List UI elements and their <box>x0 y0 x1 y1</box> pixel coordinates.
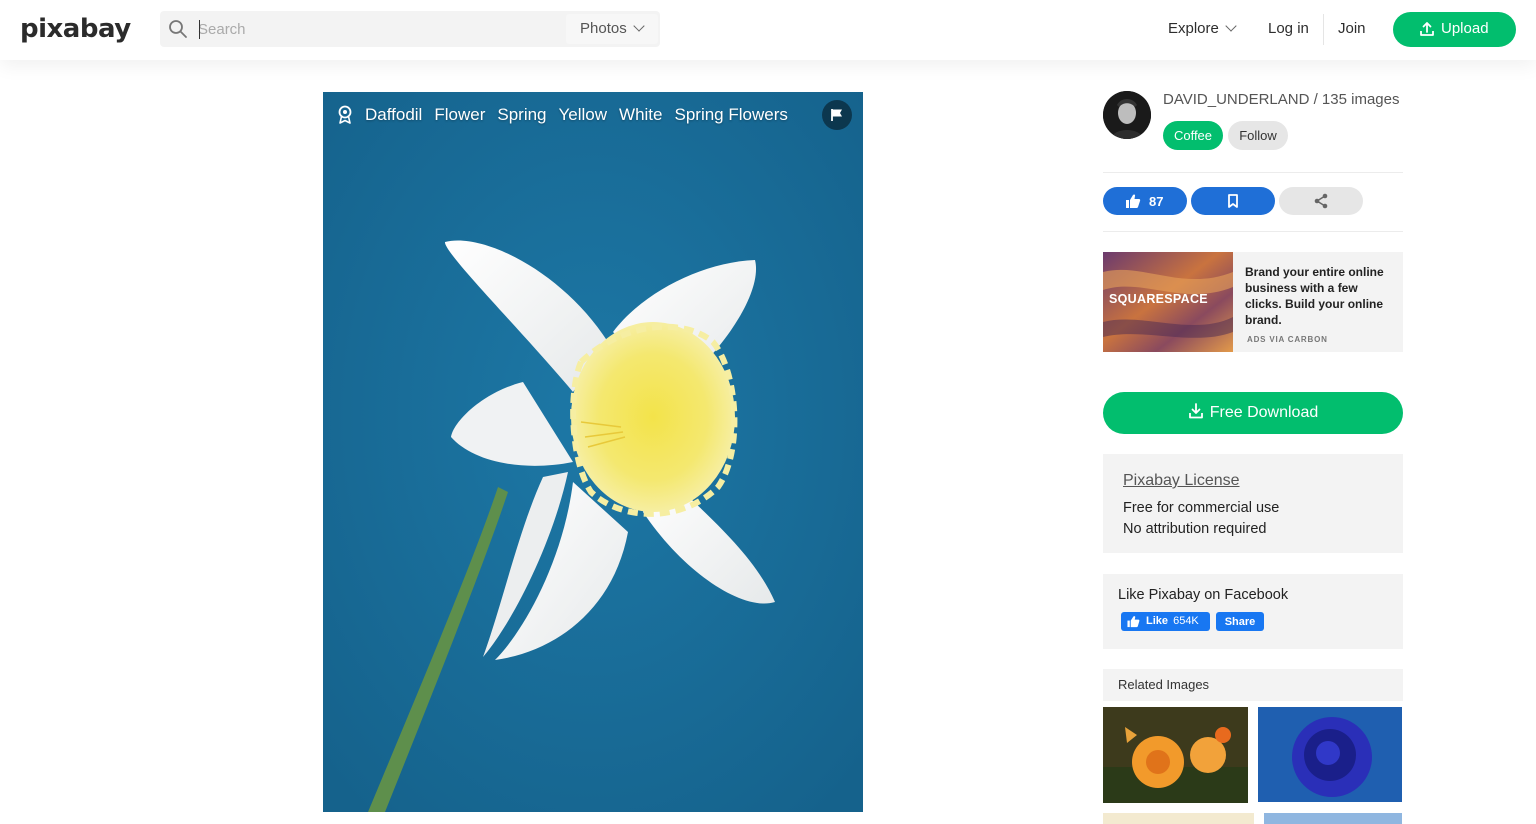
tag-spring[interactable]: Spring <box>497 105 546 125</box>
save-button[interactable] <box>1191 187 1275 215</box>
search-input[interactable] <box>198 15 558 43</box>
nav-login[interactable]: Log in <box>1268 20 1309 37</box>
divider <box>1103 172 1403 173</box>
top-header: pixabay Photos Explore Log in Join Uploa… <box>0 0 1536 60</box>
sponsored-ad[interactable]: SQUARESPACE Brand your entire online bus… <box>1103 252 1403 352</box>
main-photo[interactable]: Daffodil Flower Spring Yellow White Spri… <box>323 92 863 812</box>
facebook-like-label: Like <box>1146 615 1169 627</box>
license-link[interactable]: Pixabay License <box>1123 472 1240 490</box>
author-portrait <box>1103 91 1151 139</box>
tag-white[interactable]: White <box>619 105 662 125</box>
upload-label: Upload <box>1441 20 1489 37</box>
flag-icon <box>831 109 842 121</box>
coffee-button[interactable]: Coffee <box>1163 121 1223 150</box>
share-icon <box>1314 193 1328 209</box>
media-type-select[interactable]: Photos <box>566 14 658 44</box>
related-thumbnail <box>1103 707 1248 803</box>
download-icon <box>1188 403 1203 419</box>
related-image-3[interactable] <box>1103 813 1254 824</box>
related-images-header: Related Images <box>1103 669 1403 701</box>
pixabay-logo[interactable]: pixabay <box>20 14 131 44</box>
author-avatar[interactable] <box>1103 91 1151 139</box>
chevron-down-icon <box>633 20 645 32</box>
license-line-attribution: No attribution required <box>1123 521 1267 537</box>
ad-image: SQUARESPACE <box>1103 252 1233 352</box>
tag-flower[interactable]: Flower <box>434 105 485 125</box>
facebook-share-button[interactable]: Share <box>1216 612 1264 631</box>
daffodil-image <box>323 92 863 812</box>
award-icon <box>338 105 352 124</box>
upload-icon <box>1420 22 1434 36</box>
thumbs-up-icon <box>1126 194 1141 208</box>
tag-spring-flowers[interactable]: Spring Flowers <box>675 105 788 125</box>
ad-copy: Brand your entire online business with a… <box>1245 265 1384 327</box>
free-download-button[interactable]: Free Download <box>1103 392 1403 434</box>
license-box: Pixabay License Free for commercial use … <box>1103 454 1403 553</box>
tag-yellow[interactable]: Yellow <box>559 105 608 125</box>
facebook-title: Like Pixabay on Facebook <box>1118 587 1289 603</box>
search-icon[interactable] <box>168 19 188 39</box>
nav-divider <box>1323 14 1324 45</box>
related-image-4[interactable] <box>1264 813 1402 824</box>
like-button[interactable]: 87 <box>1103 187 1187 215</box>
divider <box>1103 231 1403 232</box>
facebook-like-count: 654K <box>1173 615 1199 627</box>
nav-explore[interactable]: Explore <box>1168 20 1237 37</box>
related-thumbnail <box>1258 707 1402 802</box>
free-download-label: Free Download <box>1209 404 1319 421</box>
ad-brand-logo: SQUARESPACE <box>1109 292 1208 306</box>
related-image-2[interactable] <box>1258 707 1402 802</box>
license-line-commercial: Free for commercial use <box>1123 500 1280 516</box>
nav-join[interactable]: Join <box>1338 20 1366 37</box>
media-type-label: Photos <box>580 20 627 37</box>
bookmark-icon <box>1228 194 1238 208</box>
search-bar: Photos <box>160 11 660 47</box>
tag-list: Daffodil Flower Spring Yellow White Spri… <box>337 104 800 126</box>
related-image-1[interactable] <box>1103 707 1248 803</box>
facebook-like-button[interactable]: Like 654K <box>1121 612 1210 631</box>
related-images-title: Related Images <box>1118 677 1210 692</box>
ad-attribution[interactable]: ADS VIA CARBON <box>1247 335 1328 344</box>
upload-button[interactable]: Upload <box>1393 12 1516 47</box>
share-button[interactable] <box>1279 187 1363 215</box>
author-name[interactable]: DAVID_UNDERLAND / 135 images <box>1163 91 1399 108</box>
nav-explore-label: Explore <box>1168 20 1219 37</box>
tag-daffodil[interactable]: Daffodil <box>365 105 422 125</box>
facebook-box: Like Pixabay on Facebook Like 654K Share <box>1103 574 1403 649</box>
like-count: 87 <box>1149 194 1164 209</box>
facebook-thumb-icon <box>1127 616 1140 628</box>
follow-button[interactable]: Follow <box>1228 121 1288 150</box>
chevron-down-icon <box>1225 20 1237 32</box>
text-cursor <box>199 20 200 39</box>
report-button[interactable] <box>822 100 852 130</box>
